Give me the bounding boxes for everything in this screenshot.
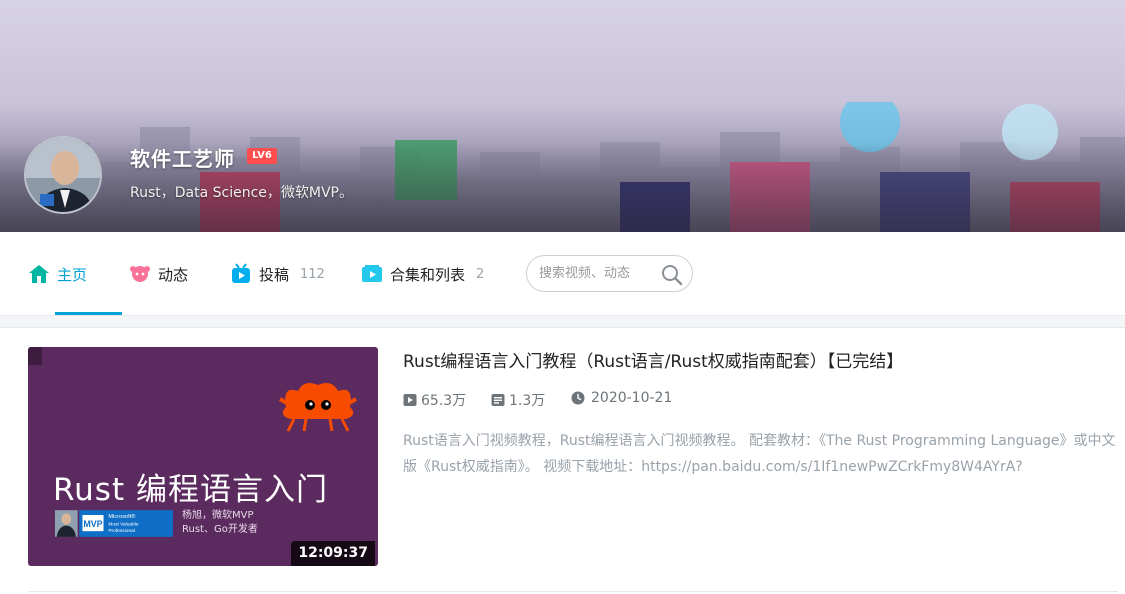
mvp-badge-label: MVP: [83, 519, 102, 529]
level-badge: LV6: [247, 148, 277, 164]
tab-upload-label: 投稿: [259, 265, 290, 284]
danmaku-count: 1.3万: [491, 390, 545, 410]
upload-count: 112: [300, 266, 325, 282]
view-count-value: 65.3万: [421, 393, 467, 409]
mvp-badge-line3: Professional: [108, 528, 135, 534]
search-icon[interactable]: [660, 263, 684, 287]
tab-collection-label: 合集和列表: [390, 265, 466, 284]
danmaku-count-value: 1.3万: [509, 393, 546, 409]
list-divider: [28, 591, 1118, 592]
thumbnail-corner-mark: [28, 347, 42, 365]
tab-home-label: 主页: [57, 265, 88, 284]
tab-collection[interactable]: 合集和列表 2: [361, 232, 484, 316]
home-icon: [29, 265, 49, 283]
thumbnail-title: Rust 编程语言入门: [53, 472, 328, 508]
thumbnail-author: 杨旭，微软MVP Rust、Go开发者: [182, 509, 258, 537]
video-thumbnail[interactable]: Rust 编程语言入门 MVP Microsoft® Most Valuable…: [28, 347, 378, 566]
play-count-icon: [403, 394, 417, 406]
thumbnail-author-line2: Rust、Go开发者: [182, 524, 258, 535]
search-input[interactable]: [539, 256, 657, 291]
publish-date: 2020-10-21: [571, 390, 672, 406]
video-title[interactable]: Rust编程语言入门教程（Rust语言/Rust权威指南配套）【已完结】: [403, 347, 903, 372]
ferris-crab-icon: [278, 383, 358, 432]
avatar[interactable]: [24, 136, 102, 214]
user-name[interactable]: 软件工艺师: [130, 143, 235, 172]
thumbnail-author-line1: 杨旭，微软MVP: [182, 510, 254, 521]
dynamic-icon: [130, 266, 150, 282]
tab-home[interactable]: 主页: [28, 232, 87, 316]
publish-date-value: 2020-10-21: [591, 390, 673, 406]
tab-dynamic[interactable]: 动态: [129, 232, 188, 316]
upload-icon: [232, 263, 250, 283]
video-duration: 12:09:37: [291, 541, 375, 566]
user-sign: Rust，Data Science，微软MVP。: [130, 185, 354, 201]
mvp-badge-line1: Microsoft®: [108, 513, 136, 520]
view-count: 65.3万: [403, 390, 466, 410]
collection-count: 2: [476, 266, 485, 282]
collection-icon: [362, 265, 382, 282]
search-box: [526, 255, 693, 292]
video-description: Rust语言入门视频教程，Rust编程语言入门视频教程。 配套教材：《The R…: [403, 433, 1116, 475]
mvp-badge: MVP Microsoft® Most Valuable Professiona…: [55, 510, 173, 537]
tab-dynamic-label: 动态: [158, 265, 189, 284]
mvp-badge-line2: Most Valuable: [108, 522, 139, 528]
tab-upload[interactable]: 投稿 112: [230, 232, 325, 316]
clock-icon: [571, 391, 585, 405]
active-tab-indicator: [55, 312, 122, 315]
danmaku-icon: [491, 394, 505, 406]
